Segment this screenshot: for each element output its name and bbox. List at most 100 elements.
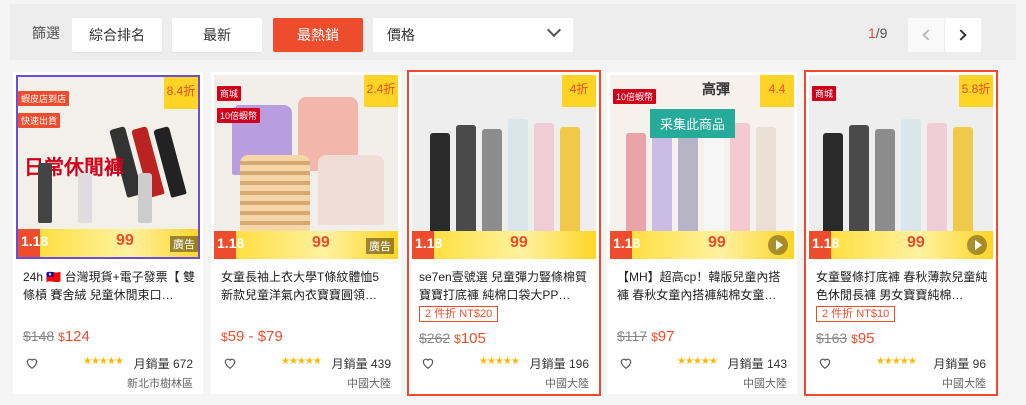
play-video-icon[interactable] <box>768 235 788 255</box>
promo-strip: 1.18 99 廣告 <box>214 231 398 259</box>
monthly-sales: 月銷量 196 <box>529 357 589 371</box>
badge-fast-ship: 快速出貨 <box>18 113 61 128</box>
product-image[interactable]: 商城 5.8折 1.18 99 <box>809 75 993 259</box>
product-card[interactable]: 4折 1.18 99 se7en壹號選 兒童彈力豎條棉質寶寶打底褲 純棉口袋大PP… <box>407 70 601 396</box>
current-page: 1 <box>868 25 876 41</box>
product-image[interactable]: 日常休閒褲 蝦皮店到店 快速出貨 8.4折 1.18 99 廣告 <box>16 75 200 259</box>
badge-mall: 商城 <box>812 86 837 101</box>
product-image[interactable]: 高彈 10倍蝦幣 4.4 采集此商品 1.18 99 <box>610 75 794 259</box>
product-title[interactable]: 【MH】超高cp！韓版兒童內搭褲 春秋女童內搭褲純棉女童… <box>617 268 789 304</box>
product-title[interactable]: se7en壹號選 兒童彈力豎條棉質寶寶打底褲 純棉口袋大PP… <box>419 268 591 304</box>
promo-99: 99 <box>510 234 528 251</box>
total-pages: /9 <box>875 25 888 41</box>
badge-10x-coins: 10倍蝦幣 <box>217 108 261 123</box>
product-card[interactable]: 商城 10倍蝦幣 2.4折 1.18 99 廣告 女童長袖上衣大學T條紋體恤5 新款… <box>211 72 401 394</box>
shop-location: 中國大陸 <box>743 378 787 390</box>
price-row: $163 $95 <box>816 330 875 347</box>
sale-price: 95 <box>857 330 875 347</box>
next-page-button[interactable] <box>945 18 981 52</box>
shop-location: 中國大陸 <box>545 378 589 390</box>
promo-99: 99 <box>708 234 726 251</box>
collect-product-button[interactable]: 采集此商品 <box>650 109 736 138</box>
shop-location: 中國大陸 <box>347 378 391 390</box>
badge-mall: 商城 <box>217 86 242 101</box>
monthly-sales: 月銷量 96 <box>933 357 986 371</box>
promo-1-18: 1.18 <box>217 235 245 251</box>
promo-strip: 1.18 99 廣告 <box>18 229 198 257</box>
currency-symbol: $ <box>221 330 228 344</box>
monthly-sales: 月銷量 143 <box>727 357 787 371</box>
promo-1-18: 1.18 <box>415 235 443 251</box>
rating-stars: ★★★★★ <box>281 356 322 367</box>
original-price: $117 <box>617 328 648 344</box>
heart-icon[interactable] <box>25 356 39 370</box>
product-title[interactable]: 女童長袖上衣大學T條紋體恤5 新款兒童洋氣內衣寶寶圓領… <box>221 268 393 304</box>
promo-strip: 1.18 99 <box>809 231 993 259</box>
original-price: $148 <box>23 328 55 344</box>
badge-10x-coins: 10倍蝦幣 <box>613 89 657 104</box>
heart-icon[interactable] <box>619 356 633 370</box>
sale-price: 97 <box>657 328 675 345</box>
price-row: $117 $97 <box>617 328 674 345</box>
sale-price: 124 <box>64 328 90 345</box>
chevron-down-icon <box>546 22 562 38</box>
currency-symbol: $ <box>851 332 858 346</box>
original-price: $262 <box>419 330 451 346</box>
sort-top-sales-button[interactable]: 最熱銷 <box>273 18 363 52</box>
promo-99: 99 <box>312 234 330 251</box>
badge-store-pickup: 蝦皮店到店 <box>18 91 70 106</box>
original-price: $163 <box>816 330 848 346</box>
rating-stars: ★★★★★ <box>677 356 718 367</box>
discount-badge: 8.4折 <box>164 77 198 109</box>
shop-location: 中國大陸 <box>942 378 986 390</box>
promo-1-18: 1.18 <box>812 235 840 251</box>
price-select-label: 價格 <box>387 27 415 43</box>
price-sort-select[interactable]: 價格 <box>373 18 573 52</box>
play-video-icon[interactable] <box>967 235 987 255</box>
promo-strip: 1.18 99 <box>412 231 596 259</box>
product-image[interactable]: 4折 1.18 99 <box>412 75 596 259</box>
bundle-promo-tag: 2 件折 NT$20 <box>419 306 499 322</box>
product-card[interactable]: 商城 5.8折 1.18 99 女童豎條打底褲 春秋薄款兒童純色休閒長褲 男女寶寶… <box>804 70 998 396</box>
promo-1-18: 1.18 <box>21 233 49 249</box>
product-title[interactable]: 女童豎條打底褲 春秋薄款兒童純色休閒長褲 男女寶寶純棉… <box>816 268 988 304</box>
currency-symbol: $ <box>651 330 658 344</box>
product-card[interactable]: 高彈 10倍蝦幣 4.4 采集此商品 1.18 99 【MH】超高cp！韓版兒童內… <box>607 72 797 394</box>
heart-icon[interactable] <box>223 356 237 370</box>
bundle-promo-tag: 2 件折 NT$10 <box>816 306 896 322</box>
currency-symbol: $ <box>58 330 65 344</box>
heart-icon[interactable] <box>421 356 435 370</box>
price-row: $262 $105 <box>419 330 486 347</box>
page-indicator: 1/9 <box>868 25 887 41</box>
promo-1-18: 1.18 <box>613 235 641 251</box>
rating-stars: ★★★★★ <box>83 356 124 367</box>
promo-99: 99 <box>907 234 925 251</box>
ad-label: 廣告 <box>366 238 394 254</box>
sale-price: 59 - $79 <box>227 328 283 345</box>
product-image[interactable]: 商城 10倍蝦幣 2.4折 1.18 99 廣告 <box>214 75 398 259</box>
rating-stars: ★★★★★ <box>479 356 520 367</box>
sale-price: 105 <box>460 330 486 347</box>
banner-text: 高彈 <box>702 81 730 97</box>
discount-badge: 2.4折 <box>364 75 398 107</box>
ad-label: 廣告 <box>170 236 198 252</box>
discount-badge: 4折 <box>562 75 596 107</box>
currency-symbol: $ <box>454 332 461 346</box>
sort-latest-button[interactable]: 最新 <box>172 18 262 52</box>
discount-badge: 4.4 <box>760 75 794 107</box>
chevron-left-icon <box>922 29 934 41</box>
prev-page-button[interactable] <box>908 18 944 52</box>
rating-stars: ★★★★★ <box>876 356 917 367</box>
promo-strip: 1.18 99 <box>610 231 794 259</box>
discount-badge: 5.8折 <box>959 75 993 107</box>
product-title[interactable]: 24h 🇹🇼 台灣現貨+電子發票【 雙條槓 賽舍絨 兒童休閒束口… <box>23 268 195 304</box>
filter-label: 篩選 <box>32 25 60 41</box>
price-row: $59 - $79 <box>221 328 283 345</box>
chevron-right-icon <box>955 29 967 41</box>
promo-99: 99 <box>116 232 134 249</box>
heart-icon[interactable] <box>818 356 832 370</box>
product-card[interactable]: 日常休閒褲 蝦皮店到店 快速出貨 8.4折 1.18 99 廣告 24h 🇹🇼 台灣… <box>13 72 203 394</box>
sort-relevance-button[interactable]: 綜合排名 <box>72 18 162 52</box>
shop-location: 新北市樹林區 <box>127 378 193 390</box>
monthly-sales: 月銷量 672 <box>133 357 193 371</box>
